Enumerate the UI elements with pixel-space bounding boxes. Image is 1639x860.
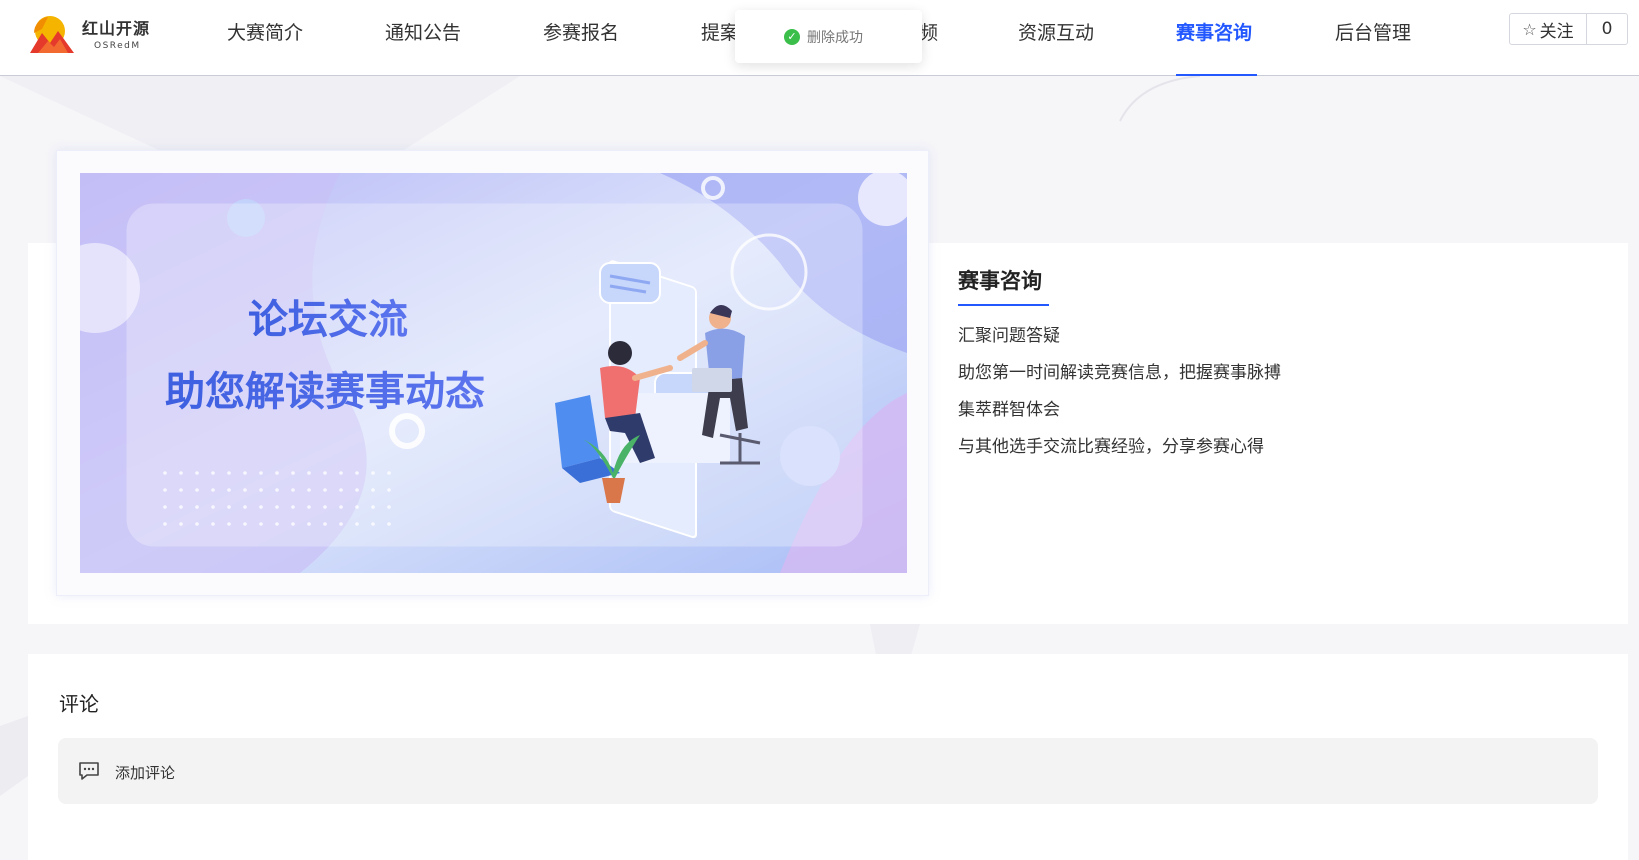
intro-title: 赛事咨询: [958, 269, 1042, 293]
nav-item-consultation[interactable]: 赛事咨询: [1176, 20, 1252, 56]
star-icon: ☆: [1522, 19, 1537, 39]
toast-message: ✓ 删除成功: [735, 10, 922, 63]
nav-item-admin[interactable]: 后台管理: [1335, 20, 1411, 56]
follow-button[interactable]: ☆ 关注: [1510, 14, 1587, 44]
toast-text: 删除成功: [807, 29, 863, 46]
intro-description: 汇聚问题答疑 助您第一时间解读竞赛信息，把握赛事脉搏 集萃群智体会 与其他选手交…: [958, 323, 1281, 471]
intro-title-underline: [958, 304, 1049, 306]
intro-line: 助您第一时间解读竞赛信息，把握赛事脉搏: [958, 363, 1281, 383]
brand-name-cn: 红山开源: [82, 19, 151, 38]
add-comment-button[interactable]: [58, 738, 1598, 804]
follow-widget: ☆ 关注 0: [1509, 13, 1628, 45]
intro-line: 集萃群智体会: [958, 400, 1060, 420]
follow-label: 关注: [1539, 21, 1574, 42]
add-comment-label: 添加评论: [115, 764, 176, 782]
banner-illustration: 论坛交流 助您解读赛事动态: [80, 173, 907, 573]
intro-line: 与其他选手交流比赛经验，分享参赛心得: [958, 437, 1264, 457]
nav-active-underline: [1176, 74, 1257, 76]
banner-line2: 助您解读赛事动态: [165, 369, 485, 415]
comment-icon: [79, 762, 99, 780]
nav-item-resources[interactable]: 资源互动: [1018, 20, 1094, 56]
brand-name-en: OSRedM: [94, 41, 141, 51]
check-circle-icon: ✓: [784, 29, 800, 45]
logo-icon: [30, 16, 74, 53]
nav-item-registration[interactable]: 参赛报名: [543, 20, 619, 56]
follow-count: 0: [1601, 19, 1613, 39]
comments-title: 评论: [59, 692, 99, 716]
nav-item-intro[interactable]: 大赛简介: [227, 20, 303, 56]
forum-banner-image: 论坛交流 助您解读赛事动态: [80, 173, 907, 573]
banner-line1: 论坛交流: [248, 297, 408, 343]
brand-logo[interactable]: 红山开源 OSRedM: [28, 13, 158, 55]
intro-line: 汇聚问题答疑: [958, 326, 1060, 346]
nav-item-proposal[interactable]: 提案: [701, 20, 739, 56]
nav-item-notices[interactable]: 通知公告: [385, 20, 461, 56]
